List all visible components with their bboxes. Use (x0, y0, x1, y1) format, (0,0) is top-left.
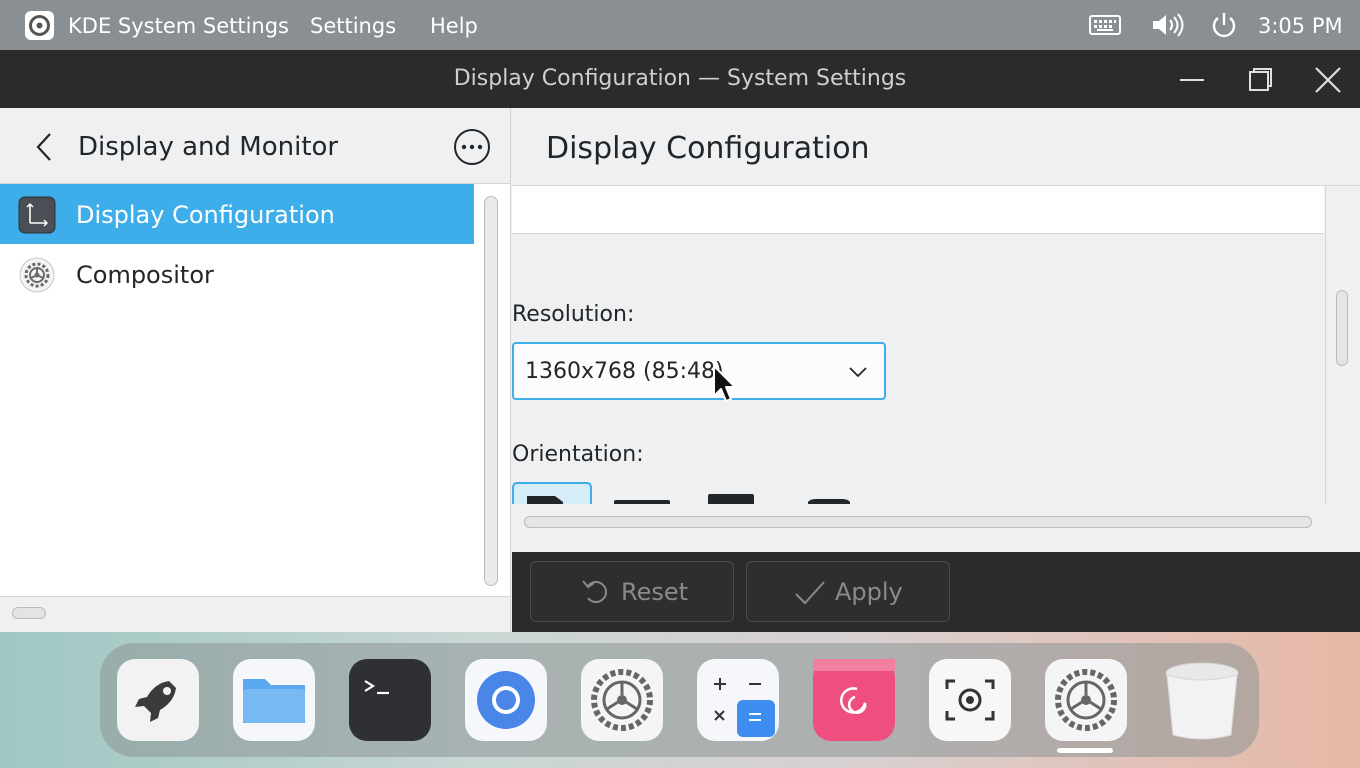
active-app-indicator (1057, 748, 1113, 753)
reset-button[interactable]: Reset (530, 561, 734, 622)
undo-icon (582, 580, 607, 603)
orientation-portrait-button[interactable] (612, 482, 672, 504)
chromium-icon[interactable] (465, 659, 547, 741)
content-area: Resolution: 1360x768 (85:48) Orientation… (512, 186, 1326, 504)
help-menu[interactable]: Help (430, 0, 478, 50)
orientation-landscape-button[interactable] (512, 482, 592, 504)
screenshot-icon[interactable] (929, 659, 1011, 741)
clock[interactable]: 3:05 PM (1258, 0, 1343, 50)
reset-label: Reset (621, 578, 689, 606)
files-folder-icon[interactable] (233, 659, 315, 741)
main-vertical-scrollbar[interactable] (1336, 290, 1348, 366)
sidebar-item-compositor[interactable]: Compositor (0, 244, 474, 304)
dock (100, 643, 1259, 757)
launcher-rocket-icon[interactable] (117, 659, 199, 741)
close-icon[interactable] (1308, 60, 1348, 100)
volume-icon[interactable] (1150, 10, 1184, 40)
chevron-down-icon (849, 367, 867, 378)
sidebar-item-label: Compositor (76, 261, 214, 289)
top-panel: KDE System Settings Settings Help 3:05 P… (0, 0, 1360, 50)
kde-settings-logo-icon[interactable] (25, 11, 54, 40)
app-name[interactable]: KDE System Settings (68, 0, 289, 50)
apply-label: Apply (835, 578, 903, 606)
resolution-label: Resolution: (512, 302, 635, 327)
checkmark-icon (795, 581, 825, 605)
page-title: Display Configuration (546, 131, 870, 166)
sidebar-horizontal-scrollbar[interactable] (12, 607, 46, 619)
sidebar: Display and Monitor Display Configuratio… (0, 108, 511, 632)
minimize-icon[interactable] (1172, 60, 1212, 100)
window-titlebar[interactable]: Display Configuration — System Settings (0, 50, 1360, 108)
mouse-cursor-icon (713, 365, 736, 402)
orientation-label: Orientation: (512, 442, 644, 467)
window-title: Display Configuration — System Settings (453, 66, 907, 91)
terminal-icon[interactable] (349, 659, 431, 741)
trash-icon[interactable] (1161, 659, 1243, 741)
gear-icon (19, 257, 55, 293)
main-header: Display Configuration (512, 108, 1360, 186)
main-panel: Display Configuration Resolution: 1360x7… (512, 108, 1360, 632)
resolution-value: 1360x768 (85:48) (525, 359, 724, 384)
calculator-icon[interactable] (697, 659, 779, 741)
main-horizontal-scrollbar[interactable] (524, 516, 1312, 528)
sidebar-header: Display and Monitor (0, 108, 510, 184)
orientation-portrait-inverted-button[interactable] (800, 482, 856, 504)
maximize-icon[interactable] (1240, 60, 1280, 100)
more-options-icon[interactable] (453, 128, 491, 166)
power-icon[interactable] (1207, 10, 1241, 40)
sidebar-item-display-configuration[interactable]: Display Configuration (0, 184, 474, 244)
sidebar-item-label: Display Configuration (76, 201, 335, 229)
apply-button[interactable]: Apply (746, 561, 950, 622)
settings-gear-icon[interactable] (581, 659, 663, 741)
debian-icon[interactable] (813, 659, 895, 741)
keyboard-icon[interactable] (1088, 10, 1122, 40)
resolution-dropdown[interactable]: 1360x768 (85:48) (512, 342, 886, 400)
sidebar-vertical-scrollbar[interactable] (484, 196, 498, 586)
display-config-icon (18, 196, 56, 234)
settings-menu[interactable]: Settings (310, 0, 396, 50)
sidebar-footer (0, 596, 510, 632)
action-footer: Reset Apply (512, 552, 1360, 632)
screen-preview-area (512, 186, 1324, 234)
settings-window: Display and Monitor Display Configuratio… (0, 108, 1360, 632)
sidebar-list: Display Configuration Compositor (0, 184, 474, 304)
orientation-inverted-button[interactable] (706, 482, 756, 504)
back-icon[interactable] (32, 130, 60, 164)
system-settings-icon[interactable] (1045, 659, 1127, 741)
sidebar-heading: Display and Monitor (78, 132, 339, 162)
